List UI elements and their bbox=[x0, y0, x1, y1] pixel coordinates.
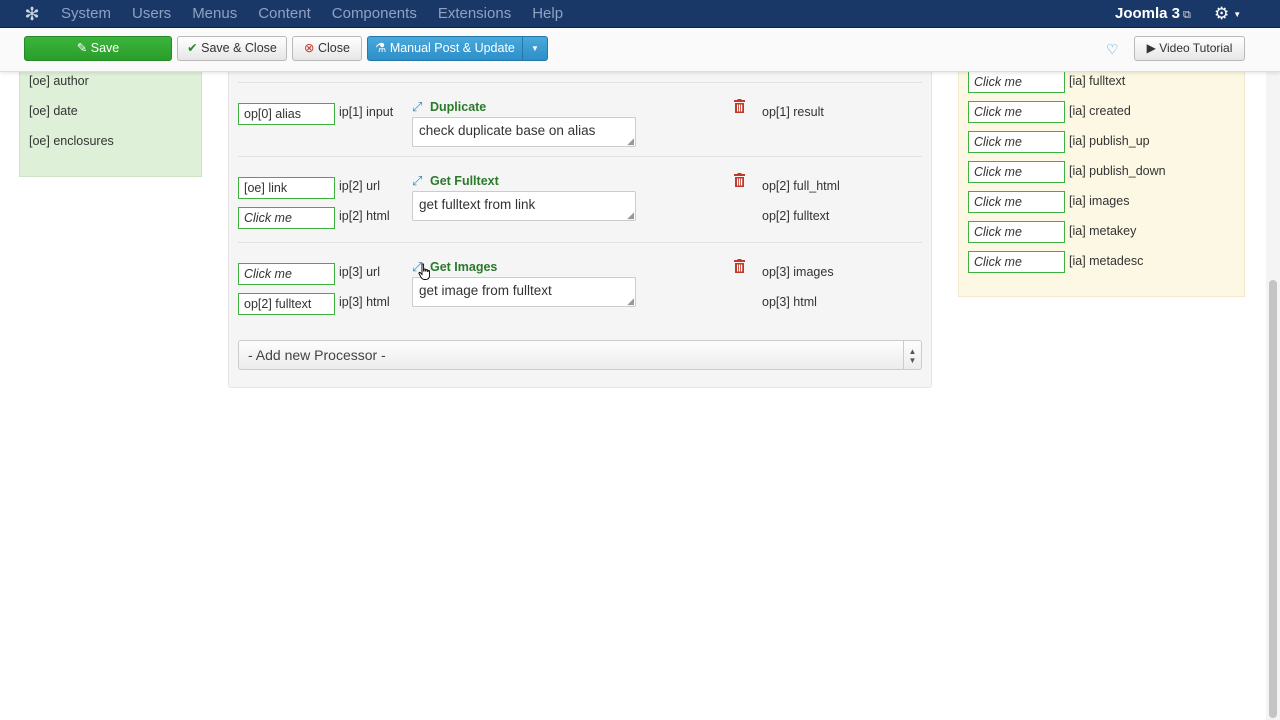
resize-grip-icon: ◢ bbox=[627, 136, 634, 146]
save-close-label: Save & Close bbox=[201, 41, 277, 55]
manual-dropdown-toggle[interactable]: ▼ bbox=[522, 36, 548, 61]
processor-input-field[interactable]: op[2] fulltext bbox=[238, 293, 335, 315]
processor-description[interactable]: get image from fulltext ◢ bbox=[412, 277, 636, 307]
check-icon: ✔ bbox=[187, 41, 198, 55]
site-link[interactable]: Joomla 3 ⧉ bbox=[1115, 0, 1191, 29]
target-field-input[interactable]: Click me bbox=[968, 221, 1065, 243]
menu-help[interactable]: Help bbox=[532, 0, 563, 28]
main-menu: System Users Menus Content Components Ex… bbox=[61, 0, 584, 28]
source-field-author[interactable]: [oe] author bbox=[29, 74, 89, 88]
target-field-label: [ia] created bbox=[1069, 104, 1131, 118]
caret-down-icon: ▼ bbox=[1233, 10, 1242, 20]
processor-description[interactable]: check duplicate base on alias ◢ bbox=[412, 117, 636, 147]
target-field-input[interactable]: Click me bbox=[968, 71, 1065, 93]
processor-input-label: ip[2] url bbox=[339, 179, 380, 193]
target-field-label: [ia] fulltext bbox=[1069, 74, 1126, 88]
site-name: Joomla 3 bbox=[1115, 5, 1181, 22]
menu-system[interactable]: System bbox=[61, 0, 111, 28]
heart-icon[interactable]: ♡ bbox=[1106, 41, 1119, 58]
add-processor-label: - Add new Processor - bbox=[248, 347, 386, 363]
target-field-label: [ia] publish_up bbox=[1069, 134, 1150, 148]
target-field-input[interactable]: Click me bbox=[968, 131, 1065, 153]
divider bbox=[238, 242, 922, 243]
processor-description[interactable]: get fulltext from link ◢ bbox=[412, 191, 636, 221]
select-arrows-icon: ▲ ▼ bbox=[903, 341, 921, 369]
top-navbar: ✻ System Users Menus Content Components … bbox=[0, 0, 1280, 28]
processor-description-text: check duplicate base on alias bbox=[419, 123, 596, 138]
resize-grip-icon: ◢ bbox=[627, 296, 634, 306]
divider bbox=[238, 82, 922, 83]
external-link-icon: ⧉ bbox=[1183, 9, 1191, 21]
target-field-label: [ia] images bbox=[1069, 194, 1130, 208]
manual-label: Manual Post & Update bbox=[389, 41, 515, 55]
close-label: Close bbox=[318, 41, 350, 55]
menu-extensions[interactable]: Extensions bbox=[438, 0, 511, 28]
close-button[interactable]: ⊗ Close bbox=[292, 36, 362, 61]
processor-input-label: ip[3] html bbox=[339, 295, 390, 309]
menu-menus[interactable]: Menus bbox=[192, 0, 237, 28]
processor-output-label[interactable]: op[3] html bbox=[762, 295, 817, 309]
processor-output-label[interactable]: op[2] fulltext bbox=[762, 209, 829, 223]
menu-components[interactable]: Components bbox=[332, 0, 417, 28]
processor-input-field[interactable]: [oe] link bbox=[238, 177, 335, 199]
caret-down-icon: ▼ bbox=[531, 44, 539, 53]
processor-output-label[interactable]: op[1] result bbox=[762, 105, 824, 119]
expand-icon[interactable]: ⤢ bbox=[412, 174, 426, 188]
processor-input-label: ip[2] html bbox=[339, 209, 390, 223]
processor-title[interactable]: Duplicate bbox=[430, 100, 486, 114]
source-field-enclosures[interactable]: [oe] enclosures bbox=[29, 134, 114, 148]
target-field-input[interactable]: Click me bbox=[968, 191, 1065, 213]
toolbar: ✎ Save ✔ Save & Close ⊗ Close ⚗ Manual P… bbox=[0, 28, 1280, 72]
trash-icon[interactable] bbox=[733, 173, 746, 187]
target-field-input[interactable]: Click me bbox=[968, 161, 1065, 183]
add-processor-select[interactable]: - Add new Processor - ▲ ▼ bbox=[238, 340, 922, 370]
processor-description-text: get image from fulltext bbox=[419, 283, 552, 298]
processor-input-label: ip[1] input bbox=[339, 105, 394, 119]
expand-icon[interactable]: ⤢ bbox=[412, 100, 426, 114]
manual-post-update-button[interactable]: ⚗ Manual Post & Update bbox=[367, 36, 523, 61]
video-icon: ▶ bbox=[1146, 41, 1156, 55]
menu-users[interactable]: Users bbox=[132, 0, 171, 28]
processor-title[interactable]: Get Fulltext bbox=[430, 174, 499, 188]
target-field-input[interactable]: Click me bbox=[968, 251, 1065, 273]
processor-input-label: ip[3] url bbox=[339, 265, 380, 279]
target-field-label: [ia] metadesc bbox=[1069, 254, 1144, 268]
joomla-logo-icon[interactable]: ✻ bbox=[22, 4, 42, 24]
trash-icon[interactable] bbox=[733, 259, 746, 273]
scrollbar-thumb[interactable] bbox=[1269, 280, 1277, 718]
processor-input-field[interactable]: Click me bbox=[238, 207, 335, 229]
gear-icon: ⚙ bbox=[1214, 4, 1230, 23]
flask-icon: ⚗ bbox=[375, 41, 387, 55]
save-close-button[interactable]: ✔ Save & Close bbox=[177, 36, 287, 61]
edit-icon: ✎ bbox=[76, 41, 88, 55]
target-field-input[interactable]: Click me bbox=[968, 101, 1065, 123]
source-field-date[interactable]: [oe] date bbox=[29, 104, 78, 118]
settings-menu[interactable]: ⚙ ▼ bbox=[1214, 0, 1241, 28]
trash-icon[interactable] bbox=[733, 99, 746, 113]
save-button[interactable]: ✎ Save bbox=[24, 36, 172, 61]
save-label: Save bbox=[90, 41, 120, 55]
target-field-label: [ia] publish_down bbox=[1069, 164, 1166, 178]
remove-icon: ⊗ bbox=[304, 41, 315, 55]
hand-cursor-icon bbox=[418, 263, 430, 280]
divider bbox=[238, 156, 922, 157]
resize-grip-icon: ◢ bbox=[627, 210, 634, 220]
menu-content[interactable]: Content bbox=[258, 0, 311, 28]
processor-input-field[interactable]: Click me bbox=[238, 263, 335, 285]
processor-output-label[interactable]: op[3] images bbox=[762, 265, 834, 279]
processor-title[interactable]: Get Images bbox=[430, 260, 497, 274]
processor-output-label[interactable]: op[2] full_html bbox=[762, 179, 840, 193]
target-field-label: [ia] metakey bbox=[1069, 224, 1137, 238]
processor-description-text: get fulltext from link bbox=[419, 197, 536, 212]
processor-input-field[interactable]: op[0] alias bbox=[238, 103, 335, 125]
video-label: Video Tutorial bbox=[1159, 41, 1233, 55]
video-tutorial-button[interactable]: ▶ Video Tutorial bbox=[1134, 36, 1245, 61]
